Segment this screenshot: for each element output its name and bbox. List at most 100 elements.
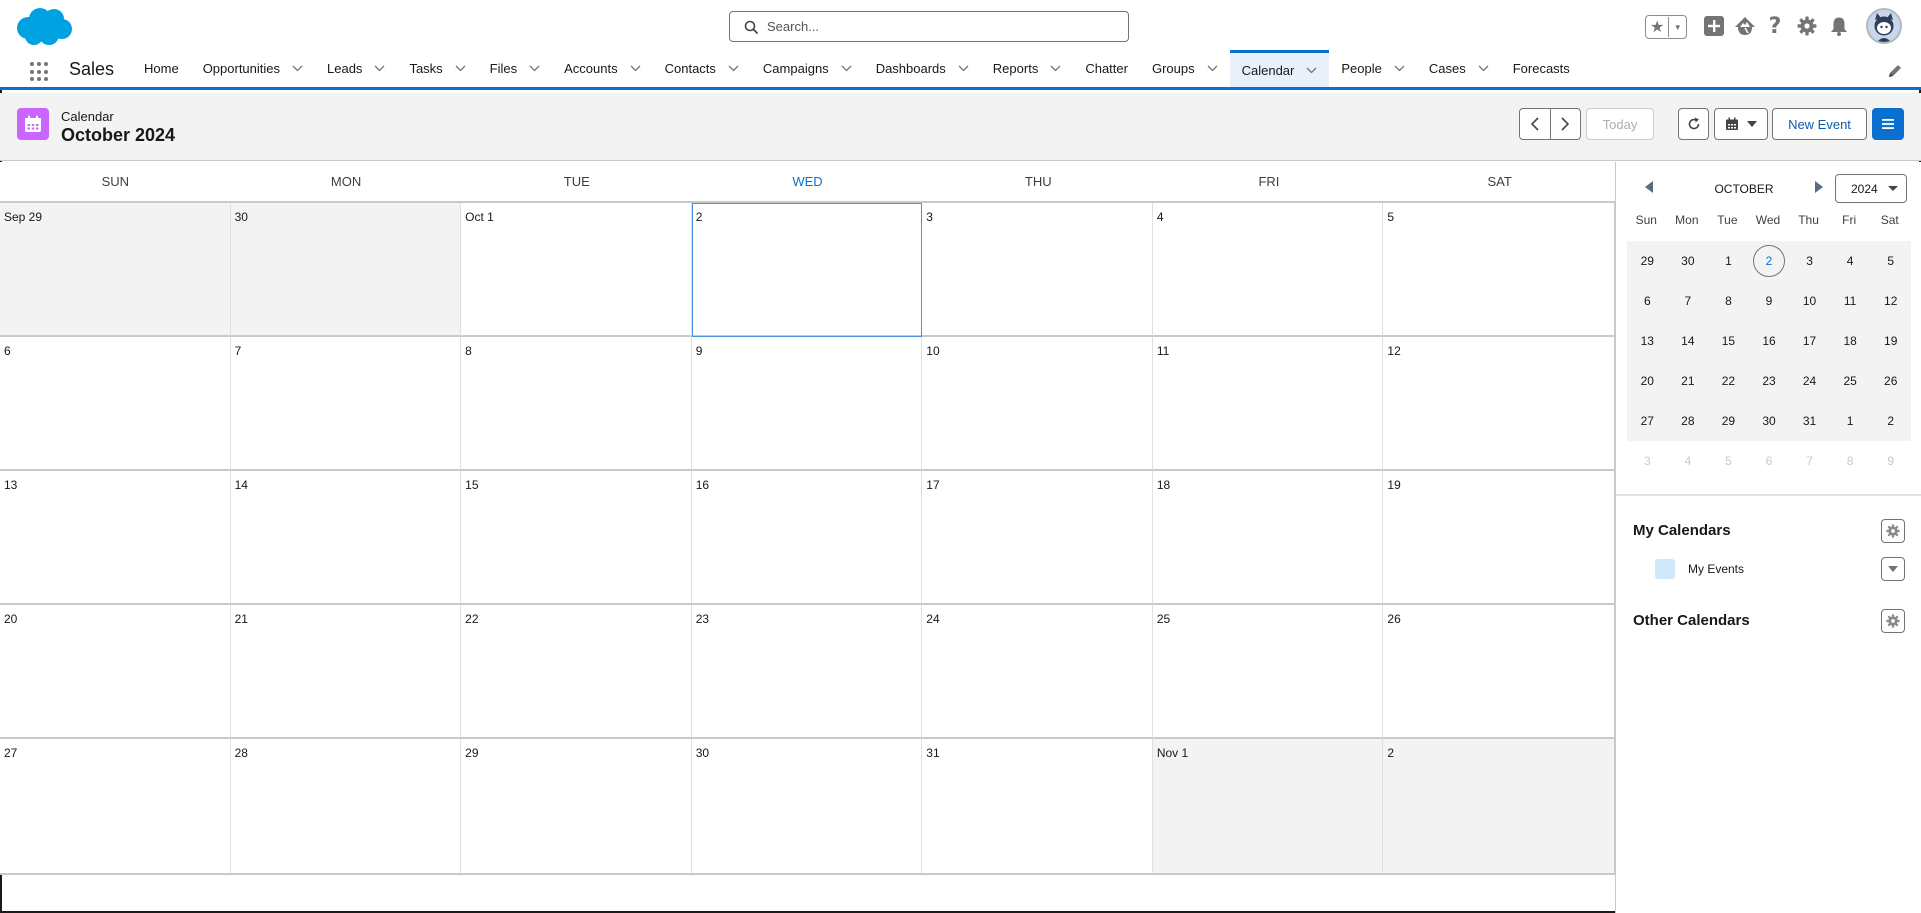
mini-day[interactable]: 25 — [1829, 361, 1871, 401]
mini-day[interactable]: 6 — [1749, 441, 1790, 481]
day-cell[interactable]: Sep 29 — [0, 203, 231, 337]
chevron-down-icon[interactable] — [958, 65, 969, 72]
day-cell[interactable]: 7 — [230, 337, 462, 471]
day-number[interactable]: 30 — [696, 746, 709, 760]
mini-day[interactable]: 30 — [1667, 241, 1709, 281]
day-number[interactable]: 27 — [4, 746, 17, 760]
day-number[interactable]: 25 — [1157, 612, 1170, 626]
nav-item-reports[interactable]: Reports — [981, 50, 1074, 87]
day-number[interactable]: 17 — [926, 478, 939, 492]
day-number[interactable]: 21 — [235, 612, 248, 626]
day-cell[interactable]: 2 — [1383, 739, 1614, 873]
nav-item-accounts[interactable]: Accounts — [552, 50, 652, 87]
day-cell[interactable]: 18 — [1152, 471, 1384, 605]
day-number[interactable]: Nov 1 — [1157, 746, 1188, 760]
day-cell[interactable]: 17 — [922, 471, 1153, 605]
mini-day[interactable]: 4 — [1829, 241, 1871, 281]
year-select[interactable]: 2024 — [1835, 174, 1907, 203]
mini-day[interactable]: 19 — [1870, 321, 1911, 361]
chevron-down-icon[interactable] — [728, 65, 739, 72]
new-event-button[interactable]: New Event — [1772, 108, 1867, 140]
day-cell[interactable]: 15 — [461, 471, 692, 605]
chevron-down-icon[interactable] — [1306, 67, 1317, 74]
mini-next-month-icon[interactable] — [1814, 181, 1824, 193]
day-cell[interactable]: Nov 1 — [1152, 739, 1384, 873]
day-number[interactable]: 24 — [926, 612, 939, 626]
chevron-down-icon[interactable] — [374, 65, 385, 72]
day-number[interactable]: 15 — [465, 478, 478, 492]
chevron-down-icon[interactable] — [1478, 65, 1489, 72]
next-month-button[interactable] — [1549, 109, 1580, 139]
mini-day[interactable]: 8 — [1830, 441, 1871, 481]
nav-item-campaigns[interactable]: Campaigns — [751, 50, 864, 87]
nav-item-cases[interactable]: Cases — [1417, 50, 1501, 87]
mini-day[interactable]: 8 — [1708, 281, 1749, 321]
day-cell[interactable]: 16 — [691, 471, 923, 605]
mini-day[interactable]: 18 — [1829, 321, 1871, 361]
mini-day[interactable]: 28 — [1667, 401, 1709, 441]
mini-day[interactable]: 24 — [1789, 361, 1830, 401]
my-events-options-button[interactable] — [1881, 557, 1905, 581]
trailhead-icon[interactable] — [1733, 14, 1757, 38]
day-cell[interactable]: 30 — [691, 739, 923, 873]
day-cell[interactable]: 12 — [1383, 337, 1614, 471]
app-launcher-icon[interactable] — [30, 62, 50, 82]
mini-day[interactable]: 9 — [1870, 441, 1911, 481]
mini-day[interactable]: 3 — [1627, 441, 1668, 481]
chevron-down-icon[interactable] — [1394, 65, 1405, 72]
nav-item-contacts[interactable]: Contacts — [653, 50, 751, 87]
day-cell[interactable]: 26 — [1383, 605, 1614, 739]
day-cell[interactable]: 4 — [1152, 203, 1384, 337]
refresh-button[interactable] — [1678, 108, 1709, 140]
day-cell[interactable]: 9 — [691, 337, 923, 471]
day-cell[interactable]: 20 — [0, 605, 231, 739]
day-cell[interactable]: 28 — [230, 739, 462, 873]
my-calendars-settings-button[interactable] — [1881, 519, 1905, 543]
calendar-item-my-events[interactable]: My Events — [1655, 559, 1744, 579]
nav-item-chatter[interactable]: Chatter — [1073, 50, 1140, 87]
day-number[interactable]: 2 — [1387, 746, 1394, 760]
day-number[interactable]: 12 — [1387, 344, 1400, 358]
nav-item-opportunities[interactable]: Opportunities — [191, 50, 315, 87]
day-number[interactable]: 23 — [696, 612, 709, 626]
nav-item-people[interactable]: People — [1329, 50, 1416, 87]
chevron-down-icon[interactable] — [1207, 65, 1218, 72]
day-number[interactable]: 31 — [926, 746, 939, 760]
mini-day[interactable]: 5 — [1708, 441, 1749, 481]
salesforce-logo[interactable] — [14, 6, 74, 48]
day-cell[interactable]: 2 — [691, 203, 923, 337]
mini-day[interactable]: 11 — [1829, 281, 1871, 321]
day-cell[interactable]: 11 — [1152, 337, 1384, 471]
mini-day[interactable]: 17 — [1789, 321, 1830, 361]
mini-day[interactable]: 29 — [1627, 241, 1668, 281]
day-cell[interactable]: 13 — [0, 471, 231, 605]
day-number[interactable]: Sep 29 — [4, 210, 42, 224]
mini-prev-month-icon[interactable] — [1644, 181, 1654, 193]
day-cell[interactable]: 23 — [691, 605, 923, 739]
chevron-down-icon[interactable] — [630, 65, 641, 72]
day-number[interactable]: 4 — [1157, 210, 1164, 224]
day-number[interactable]: 7 — [235, 344, 242, 358]
help-icon[interactable]: ? — [1763, 14, 1787, 39]
mini-day[interactable]: 5 — [1870, 241, 1911, 281]
day-number[interactable]: 19 — [1387, 478, 1400, 492]
day-cell[interactable]: 27 — [0, 739, 231, 873]
nav-item-forecasts[interactable]: Forecasts — [1501, 50, 1582, 87]
nav-item-home[interactable]: Home — [132, 50, 191, 87]
day-cell[interactable]: 31 — [922, 739, 1153, 873]
day-number[interactable]: 10 — [926, 344, 939, 358]
calendar-color-swatch[interactable] — [1655, 559, 1675, 579]
mini-day[interactable]: 9 — [1748, 281, 1790, 321]
day-number[interactable]: 14 — [235, 478, 248, 492]
nav-item-groups[interactable]: Groups — [1140, 50, 1230, 87]
day-cell[interactable]: 5 — [1383, 203, 1614, 337]
day-number[interactable]: Oct 1 — [465, 210, 494, 224]
mini-day[interactable]: 29 — [1708, 401, 1749, 441]
day-number[interactable]: 20 — [4, 612, 17, 626]
chevron-down-icon[interactable] — [529, 65, 540, 72]
chevron-down-icon[interactable] — [1050, 65, 1061, 72]
day-number[interactable]: 3 — [926, 210, 933, 224]
notifications-bell-icon[interactable] — [1827, 14, 1851, 38]
day-number[interactable]: 13 — [4, 478, 17, 492]
day-cell[interactable]: Oct 1 — [461, 203, 692, 337]
